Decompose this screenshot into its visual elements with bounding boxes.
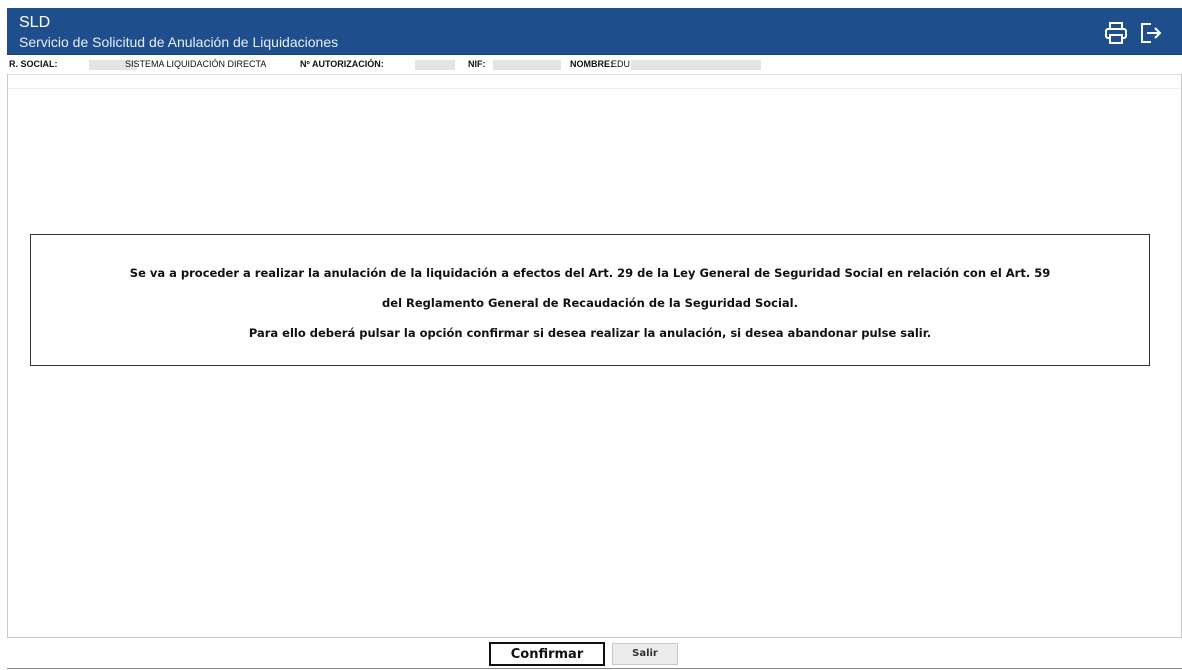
divider xyxy=(7,88,1182,89)
context-info-bar: R. SOCIAL: SISTEMA LIQUIDACIÓN DIRECTA N… xyxy=(7,55,1182,75)
printer-icon[interactable] xyxy=(1103,20,1129,46)
app-header: SLD Servicio de Solicitud de Anulación d… xyxy=(7,8,1182,55)
name-label: NOMBRE: xyxy=(570,59,613,69)
confirm-button[interactable]: Confirmar xyxy=(489,642,605,666)
redacted-authorization xyxy=(415,60,455,70)
action-footer: Confirmar Salir xyxy=(7,637,1182,670)
authorization-label: Nº AUTORIZACIÓN: xyxy=(300,59,384,69)
frame-border-left xyxy=(7,74,8,669)
redacted-name xyxy=(631,60,761,70)
notice-line-2: del Reglamento General de Recaudación de… xyxy=(382,296,798,310)
notice-line-1: Se va a proceder a realizar la anulación… xyxy=(129,266,1051,280)
cancellation-notice: Se va a proceder a realizar la anulación… xyxy=(30,234,1150,366)
app-code: SLD xyxy=(19,14,51,31)
social-label: R. SOCIAL: xyxy=(9,59,58,69)
system-text: SISTEMA LIQUIDACIÓN DIRECTA xyxy=(125,59,267,69)
app-title: Servicio de Solicitud de Anulación de Li… xyxy=(19,34,339,50)
redacted-nif xyxy=(493,60,561,70)
logout-icon[interactable] xyxy=(1137,20,1163,46)
notice-line-3: Para ello deberá pulsar la opción confir… xyxy=(248,326,932,340)
top-margin xyxy=(0,0,1182,8)
exit-button[interactable]: Salir xyxy=(612,643,678,665)
nif-label: NIF: xyxy=(468,59,486,69)
name-value: EDU xyxy=(611,59,631,69)
